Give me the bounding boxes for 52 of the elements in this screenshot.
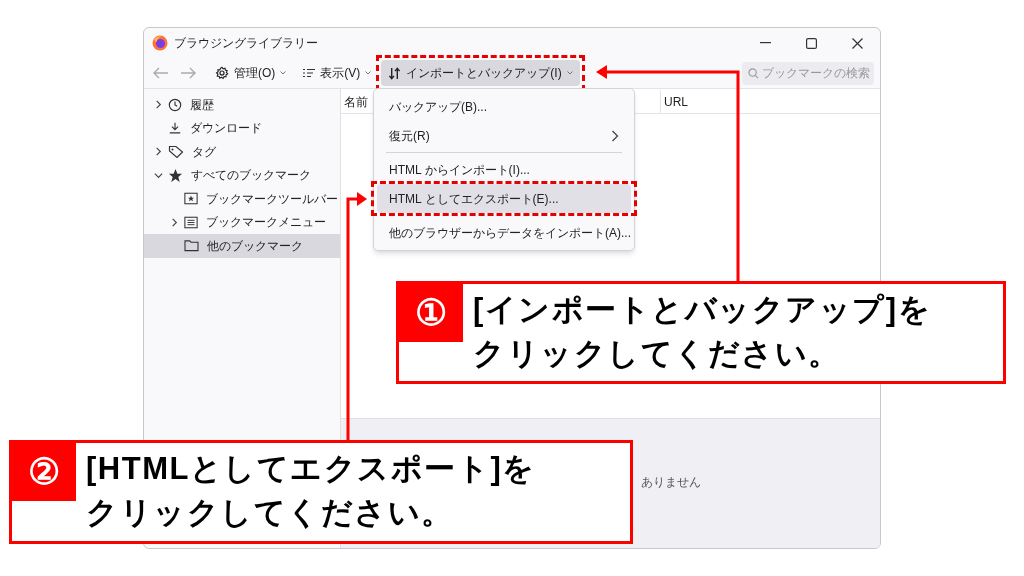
callout-text: [HTMLとしてエクスポート]を — [86, 450, 536, 488]
star-icon — [168, 167, 183, 183]
sidebar-label: ブックマークツールバー — [206, 190, 338, 208]
sidebar-label: 履歴 — [190, 96, 214, 114]
callout-text: [インポートとバックアップ]を — [473, 291, 932, 329]
callout-text: クリックしてください。 — [86, 494, 455, 532]
toolbar-button[interactable]: 管理(O) — [208, 60, 294, 86]
sidebar-label: ダウンロード — [190, 120, 262, 138]
chevron-right-icon — [611, 129, 619, 142]
caret-icon — [566, 71, 573, 75]
sort-arrows-icon — [388, 66, 402, 80]
bookmark-bar-icon — [184, 192, 198, 206]
chevron-right-icon[interactable] — [169, 217, 179, 227]
settings-icon — [215, 66, 229, 80]
menu-item[interactable]: HTML としてエクスポート(E)... — [377, 184, 631, 213]
chevron-right-icon[interactable] — [153, 147, 163, 157]
window-title: ブラウジングライブラリー — [174, 35, 318, 52]
sidebar-label: 他のブックマーク — [207, 237, 303, 255]
list-icon — [303, 68, 316, 78]
callout-text: クリックしてください。 — [473, 335, 842, 373]
menu-item[interactable]: 他のブラウザーからデータをインポート(A)... — [377, 218, 631, 247]
step-number: ② — [12, 443, 76, 501]
chevron-right-icon[interactable] — [153, 100, 163, 110]
sidebar-label: タグ — [192, 143, 216, 161]
toolbar-button[interactable]: 表示(V) — [296, 60, 379, 86]
caret-icon — [280, 71, 287, 75]
step-number: ① — [399, 284, 463, 342]
menu-item[interactable]: 復元(R) — [377, 121, 631, 150]
sidebar-label: すべてのブックマーク — [191, 167, 311, 185]
sidebar-item[interactable]: ダウンロード — [144, 116, 340, 140]
tag-icon — [168, 144, 184, 159]
column-header[interactable]: URL — [661, 90, 688, 113]
sidebar-item[interactable]: タグ — [144, 140, 340, 164]
download-icon — [168, 121, 182, 136]
list-icon — [184, 215, 198, 229]
sidebar-item[interactable]: ブックマークツールバー — [144, 187, 340, 211]
chevron-down-icon[interactable] — [153, 170, 163, 180]
sidebar-item[interactable]: すべてのブックマーク — [144, 163, 340, 187]
caret-icon — [365, 71, 372, 75]
search-icon — [748, 67, 759, 79]
folder-icon — [184, 239, 199, 253]
clock-icon — [168, 97, 182, 112]
search-field[interactable]: ブックマークの検索 — [742, 61, 874, 85]
sidebar-item[interactable]: ブックマークメニュー — [144, 210, 340, 234]
menu-item[interactable]: HTML からインポート(I)... — [377, 155, 631, 184]
sidebar-label: ブックマークメニュー — [206, 214, 326, 232]
sidebar-item[interactable]: 履歴 — [144, 93, 340, 117]
browser-logo — [152, 35, 168, 51]
sidebar-item[interactable]: 他のブックマーク — [144, 234, 340, 258]
menu-item[interactable]: バックアップ(B)... — [377, 92, 631, 121]
empty-message: ありません — [641, 475, 701, 489]
toolbar-button[interactable]: インポートとバックアップ(I) — [381, 60, 580, 86]
